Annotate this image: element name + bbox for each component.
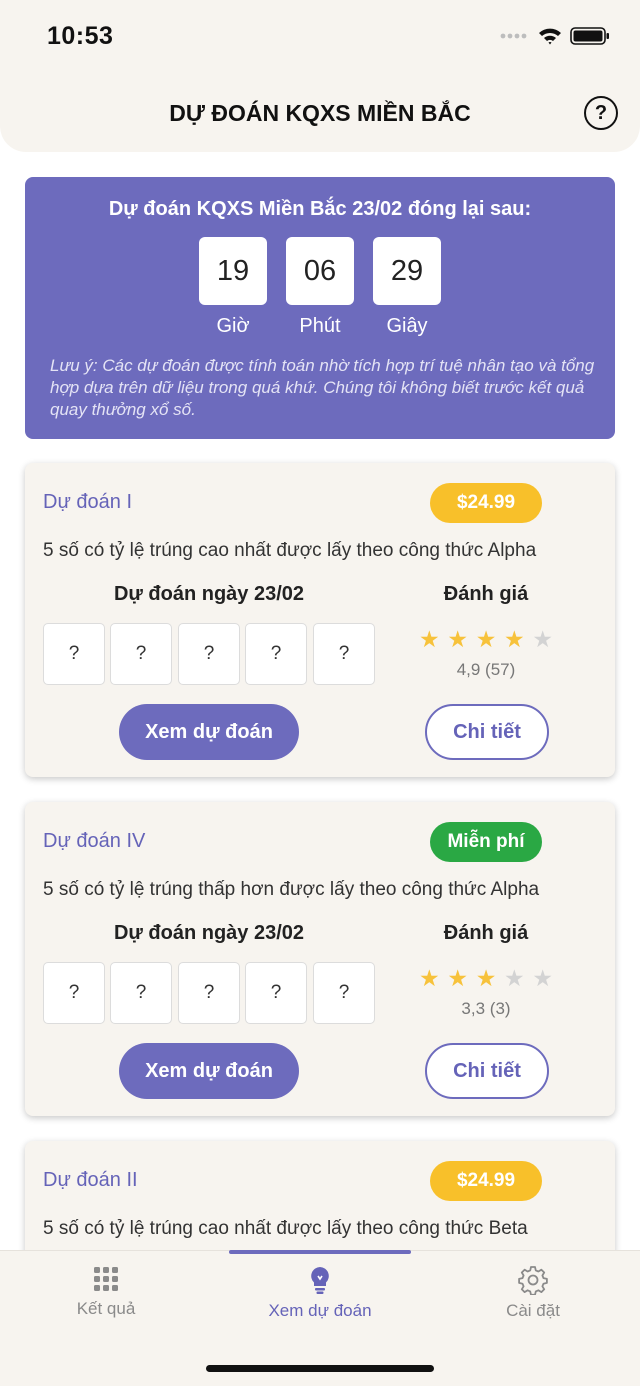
- active-tab-indicator: [229, 1250, 411, 1254]
- disclaimer-note: Lưu ý: Các dự đoán được tính toán nhờ tí…: [50, 356, 595, 419]
- hours-box: 19: [199, 237, 267, 305]
- prediction-card: Dự đoán IV Miễn phí 5 số có tỷ lệ trúng …: [25, 802, 615, 1116]
- wifi-icon: [539, 28, 561, 45]
- number-box: ?: [245, 623, 307, 685]
- number-box: ?: [245, 962, 307, 1024]
- card-description: 5 số có tỷ lệ trúng cao nhất được lấy th…: [43, 540, 537, 561]
- card-title: Dự đoán II: [43, 1169, 138, 1191]
- prediction-card: Dự đoán I $24.99 5 số có tỷ lệ trúng cao…: [25, 463, 615, 777]
- star-icon: ★: [419, 965, 440, 991]
- countdown-panel: Dự đoán KQXS Miền Bắc 23/02 đóng lại sau…: [25, 177, 615, 439]
- free-badge: Miễn phí: [430, 822, 542, 862]
- tab-settings[interactable]: Cài đặt: [453, 1265, 613, 1321]
- minutes-label: Phút: [299, 315, 341, 337]
- grid-icon: [94, 1267, 118, 1291]
- seconds-label: Giây: [386, 315, 428, 337]
- gear-icon: [518, 1266, 548, 1295]
- rating-value: 3,3 (3): [461, 999, 511, 1018]
- status-time: 10:53: [47, 22, 114, 50]
- number-box: ?: [43, 623, 105, 685]
- card-title: Dự đoán IV: [43, 830, 146, 852]
- number-box: ?: [43, 962, 105, 1024]
- signal-icon: [500, 33, 527, 39]
- number-box: ?: [313, 962, 375, 1024]
- number-box: ?: [313, 623, 375, 685]
- star-icon: ★: [419, 626, 440, 652]
- help-button[interactable]: ?: [584, 96, 618, 130]
- price-badge: $24.99: [430, 1161, 542, 1201]
- number-box: ?: [178, 962, 240, 1024]
- page-title: DỰ ĐOÁN KQXS MIỀN BẮC: [169, 100, 471, 126]
- tab-results[interactable]: Kết quả: [26, 1265, 186, 1319]
- tab-view-prediction[interactable]: Xem dự đoán: [240, 1265, 400, 1321]
- tab-label: Xem dự đoán: [268, 1301, 372, 1320]
- app-header: DỰ ĐOÁN KQXS MIỀN BẮC ?: [0, 78, 640, 152]
- hours-label: Giờ: [216, 315, 250, 337]
- countdown-title: Dự đoán KQXS Miền Bắc 23/02 đóng lại sau…: [108, 198, 532, 220]
- star-rating: ★ ★ ★ ★ ★: [419, 626, 553, 653]
- rating-value: 4,9 (57): [456, 660, 516, 679]
- star-icon: ★: [447, 965, 468, 991]
- status-bar: 10:53: [0, 0, 640, 78]
- number-box: ?: [110, 962, 172, 1024]
- question-circle-icon: ?: [594, 101, 608, 124]
- card-description: 5 số có tỷ lệ trúng cao nhất được lấy th…: [43, 1218, 528, 1239]
- predict-date-label: Dự đoán ngày 23/02: [113, 922, 305, 944]
- view-prediction-button[interactable]: Xem dự đoán: [119, 704, 299, 760]
- predict-date-label: Dự đoán ngày 23/02: [113, 583, 305, 605]
- card-title: Dự đoán I: [43, 491, 132, 513]
- star-icon: ★: [504, 626, 525, 652]
- tab-label: Kết quả: [76, 1299, 136, 1318]
- card-description: 5 số có tỷ lệ trúng thấp hơn được lấy th…: [43, 879, 540, 900]
- number-box: ?: [110, 623, 172, 685]
- home-indicator: [206, 1365, 434, 1372]
- minutes-box: 06: [286, 237, 354, 305]
- rating-label: Đánh giá: [443, 922, 529, 944]
- number-box: ?: [178, 623, 240, 685]
- rating-label: Đánh giá: [443, 583, 529, 605]
- battery-icon: [570, 27, 609, 45]
- detail-button[interactable]: Chi tiết: [425, 1043, 549, 1099]
- star-icon: ★: [504, 965, 525, 991]
- tab-label: Cài đặt: [506, 1301, 560, 1320]
- star-icon: ★: [532, 626, 553, 652]
- star-rating: ★ ★ ★ ★ ★: [419, 965, 553, 992]
- price-badge: $24.99: [430, 483, 542, 523]
- status-icons: [500, 26, 610, 46]
- view-prediction-button[interactable]: Xem dự đoán: [119, 1043, 299, 1099]
- star-icon: ★: [475, 626, 497, 652]
- star-icon: ★: [447, 626, 468, 652]
- lightbulb-icon: [311, 1267, 329, 1294]
- detail-button[interactable]: Chi tiết: [425, 704, 549, 760]
- star-icon: ★: [475, 965, 497, 991]
- star-icon: ★: [532, 965, 553, 991]
- seconds-box: 29: [373, 237, 441, 305]
